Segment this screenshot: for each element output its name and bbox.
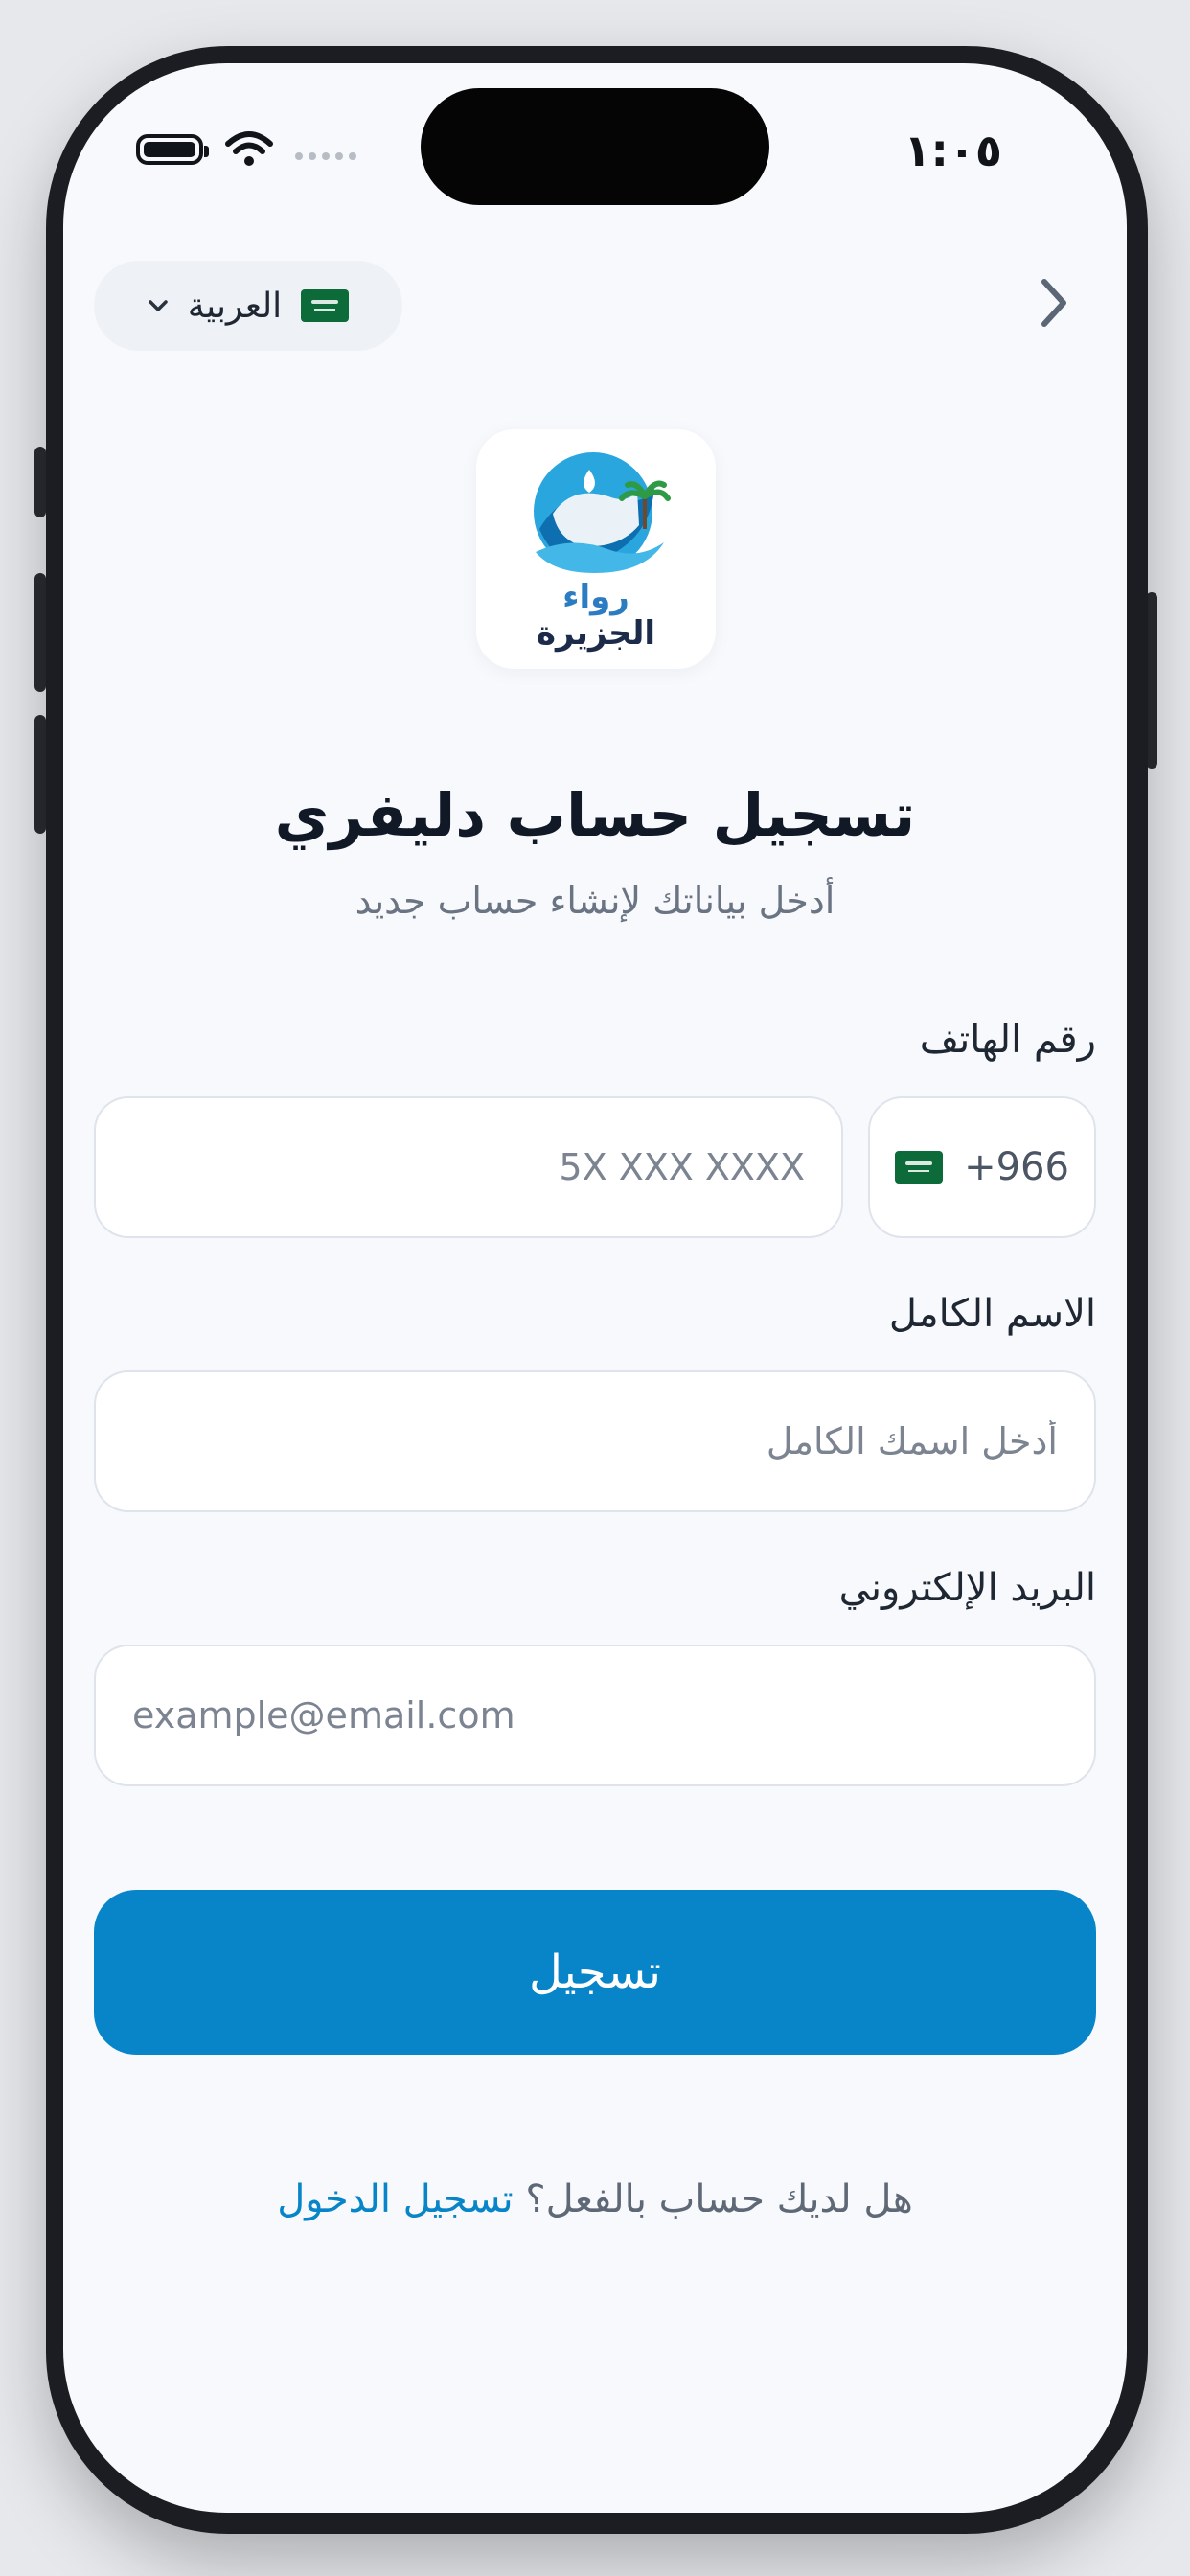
language-selector[interactable]: العربية — [94, 261, 402, 351]
logo-text-line2: الجزيرة — [536, 614, 656, 653]
country-code-text: +966 — [964, 1145, 1069, 1189]
login-link[interactable]: تسجيل الدخول — [277, 2177, 513, 2221]
status-indicators — [136, 130, 356, 169]
full-name-input-box — [94, 1370, 1096, 1512]
chevron-right-icon — [1041, 279, 1066, 327]
country-code-selector[interactable]: +966 — [868, 1096, 1096, 1238]
action-button — [34, 447, 46, 518]
volume-down-button — [34, 715, 46, 834]
device-canvas: ١:٠٥ العربية رواء الجزيرة تسجيل حساب دلي… — [0, 0, 1190, 2576]
saudi-flag-icon — [301, 289, 350, 322]
water-wave-logo-icon — [534, 452, 671, 573]
page-title: تسجيل حساب دليفري — [274, 780, 916, 850]
cellular-signal-icon — [295, 152, 356, 160]
phone-input-box — [94, 1096, 843, 1238]
battery-icon — [136, 134, 209, 165]
page-subtitle: أدخل بياناتك لإنشاء حساب جديد — [355, 880, 835, 922]
logo-text-line1: رواء — [562, 578, 629, 616]
login-question: هل لديك حساب بالفعل؟ — [525, 2177, 913, 2221]
email-input-box — [94, 1644, 1096, 1786]
login-prompt: هل لديك حساب بالفعل؟ تسجيل الدخول — [63, 2177, 1127, 2221]
full-name-label: الاسم الكامل — [888, 1292, 1096, 1336]
screen: ١:٠٥ العربية رواء الجزيرة تسجيل حساب دلي… — [63, 63, 1127, 2513]
phone-label: رقم الهاتف — [919, 1018, 1096, 1062]
app-logo: رواء الجزيرة — [476, 429, 716, 669]
language-label: العربية — [187, 286, 283, 326]
saudi-flag-icon — [895, 1151, 944, 1184]
email-label: البريد الإلكتروني — [838, 1566, 1096, 1610]
status-time: ١:٠٥ — [904, 125, 1002, 176]
full-name-input[interactable] — [130, 1419, 1060, 1463]
register-button[interactable]: تسجيل — [94, 1890, 1096, 2055]
phone-input[interactable] — [130, 1145, 807, 1189]
email-input[interactable] — [130, 1693, 1060, 1737]
wifi-icon — [225, 131, 273, 166]
dynamic-island — [421, 88, 769, 205]
chevron-down-icon — [148, 294, 169, 318]
volume-up-button — [34, 573, 46, 692]
back-button[interactable] — [1016, 264, 1092, 341]
